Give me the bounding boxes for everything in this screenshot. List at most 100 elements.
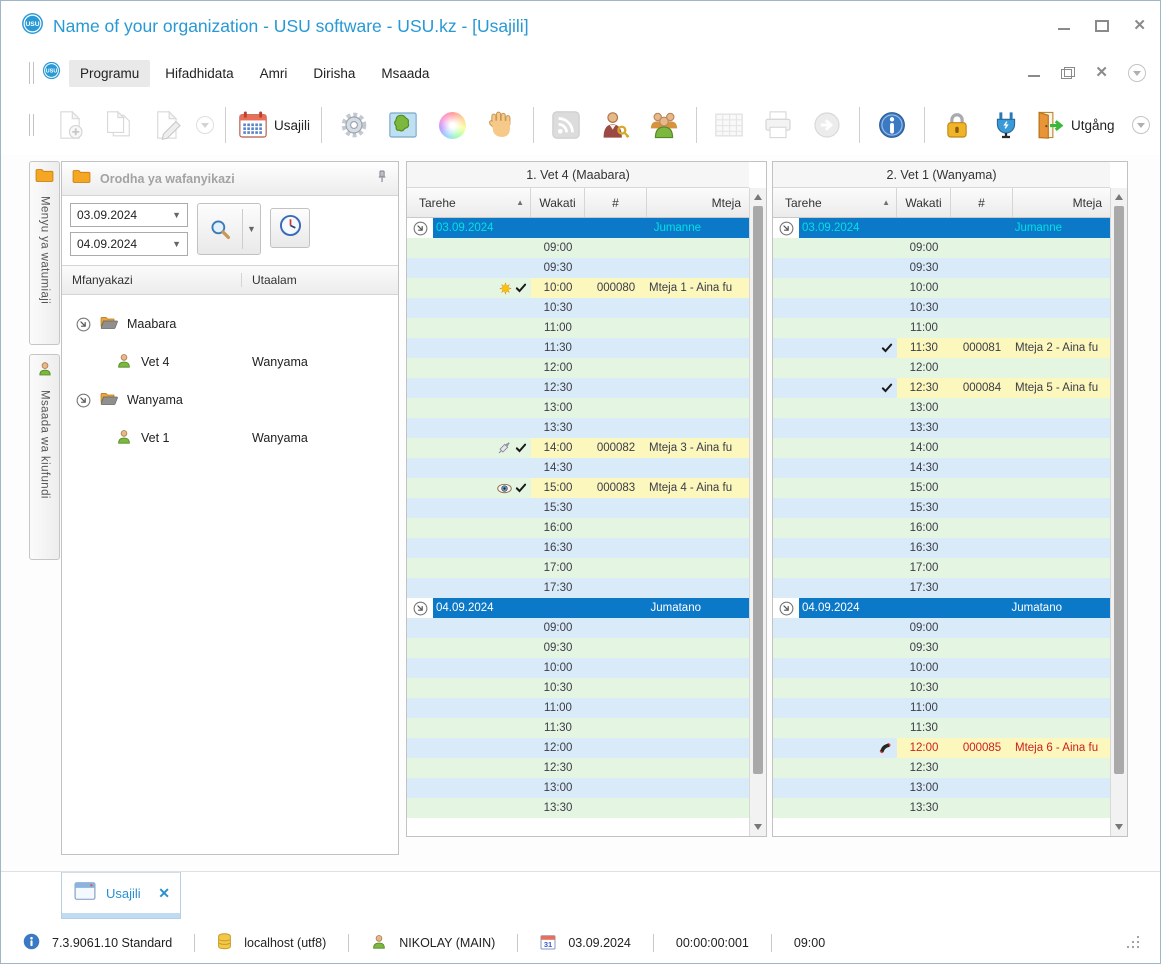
slot-row[interactable]: 13:00: [407, 398, 749, 418]
slot-row[interactable]: 11:00: [773, 698, 1110, 718]
tab-close-icon[interactable]: ✕: [158, 885, 170, 902]
slot-row[interactable]: 12:00 000085 Mteja 6 - Aina fu: [773, 738, 1110, 758]
expand-icon[interactable]: [76, 393, 91, 408]
menu-msaada[interactable]: Msaada: [370, 60, 440, 87]
tab-usajili-document[interactable]: Usajili ✕: [61, 872, 181, 919]
slot-row[interactable]: 17:00: [407, 558, 749, 578]
date-from-input[interactable]: 03.09.2024 ▼: [70, 203, 188, 227]
date-row[interactable]: 04.09.2024 Jumatano: [773, 598, 1110, 618]
appointment[interactable]: 15:00 000083 Mteja 4 - Aina fu: [531, 478, 749, 498]
slot-row[interactable]: 09:30: [407, 638, 749, 658]
toolbar-drag-handle[interactable]: [29, 62, 34, 84]
menu-amri[interactable]: Amri: [249, 60, 299, 87]
new-record-button[interactable]: [49, 102, 91, 148]
slot-row[interactable]: 11:30: [773, 718, 1110, 738]
slot-row[interactable]: 10:30: [407, 298, 749, 318]
records-dropdown-icon[interactable]: [196, 116, 214, 134]
exit-button[interactable]: Utgång: [1034, 102, 1115, 148]
slot-row[interactable]: 16:30: [407, 538, 749, 558]
scroll-up-icon[interactable]: [754, 194, 762, 200]
resize-grip[interactable]: [1126, 935, 1140, 952]
column-header-utaalam[interactable]: Utaalam: [242, 273, 297, 287]
slot-row[interactable]: 09:00: [773, 618, 1110, 638]
column-header-wakati[interactable]: Wakati: [531, 188, 585, 217]
menu-overflow-icon[interactable]: [1128, 64, 1146, 82]
slot-row[interactable]: 09:00: [407, 238, 749, 258]
slot-row[interactable]: 12:30: [407, 758, 749, 778]
slot-row[interactable]: 10:00: [407, 658, 749, 678]
child-close-button[interactable]: ✕: [1095, 65, 1108, 80]
slot-row[interactable]: 09:00: [407, 618, 749, 638]
slot-row[interactable]: 12:30 000084 Mteja 5 - Aina fu: [773, 378, 1110, 398]
slot-row[interactable]: 13:30: [773, 798, 1110, 818]
date-to-input[interactable]: 04.09.2024 ▼: [70, 232, 188, 256]
toolbar-drag-handle[interactable]: [29, 114, 34, 136]
appointment[interactable]: 12:30 000084 Mteja 5 - Aina fu: [897, 378, 1110, 398]
slot-row[interactable]: 15:00 000083 Mteja 4 - Aina fu: [407, 478, 749, 498]
slot-row[interactable]: 15:00: [773, 478, 1110, 498]
slot-row[interactable]: 11:00: [407, 318, 749, 338]
menu-dirisha[interactable]: Dirisha: [302, 60, 366, 87]
slot-row[interactable]: 10:30: [773, 678, 1110, 698]
users-group-button[interactable]: [643, 102, 685, 148]
slot-row[interactable]: 11:30: [407, 718, 749, 738]
settings-button[interactable]: [333, 102, 375, 148]
clock-button[interactable]: [270, 208, 310, 248]
feed-button[interactable]: [545, 102, 587, 148]
menu-hifadhidata[interactable]: Hifadhidata: [154, 60, 244, 87]
slot-row[interactable]: 12:00: [773, 358, 1110, 378]
slot-row[interactable]: 11:00: [773, 318, 1110, 338]
edit-record-button[interactable]: [147, 102, 189, 148]
slot-row[interactable]: 15:30: [773, 498, 1110, 518]
appointment[interactable]: 10:00 000080 Mteja 1 - Aina fu: [531, 278, 749, 298]
column-header-tarehe[interactable]: Tarehe ▲: [773, 188, 897, 217]
slot-row[interactable]: 10:30: [773, 298, 1110, 318]
column-header-mfanyakazi[interactable]: Mfanyakazi: [62, 273, 242, 287]
hand-button[interactable]: [480, 102, 522, 148]
slot-row[interactable]: 13:00: [773, 778, 1110, 798]
appointment[interactable]: 11:30 000081 Mteja 2 - Aina fu: [897, 338, 1110, 358]
close-button[interactable]: ✕: [1133, 18, 1146, 33]
slot-row[interactable]: 15:30: [407, 498, 749, 518]
expand-icon[interactable]: [779, 601, 794, 616]
slot-row[interactable]: 09:30: [773, 258, 1110, 278]
column-header-number[interactable]: #: [951, 188, 1013, 217]
column-header-tarehe[interactable]: Tarehe ▲: [407, 188, 531, 217]
tree-group-row[interactable]: Wanyama: [62, 381, 398, 419]
column-header-wakati[interactable]: Wakati: [897, 188, 951, 217]
scrollbar[interactable]: [749, 188, 766, 836]
slot-row[interactable]: 10:00 000080 Mteja 1 - Aina fu: [407, 278, 749, 298]
menu-programu[interactable]: Programu: [69, 59, 151, 87]
tree-member-row[interactable]: Vet 4 Wanyama: [62, 343, 398, 381]
print-button[interactable]: [757, 102, 799, 148]
lock-button[interactable]: [936, 102, 978, 148]
toolbar-overflow-icon[interactable]: [1132, 116, 1150, 134]
info-button[interactable]: [871, 102, 913, 148]
column-header-mteja[interactable]: Mteja: [647, 188, 749, 217]
scroll-down-icon[interactable]: [754, 824, 762, 830]
minimize-button[interactable]: [1057, 20, 1071, 32]
slot-row[interactable]: 16:00: [407, 518, 749, 538]
expand-icon[interactable]: [413, 221, 428, 236]
slot-row[interactable]: 14:00: [773, 438, 1110, 458]
maximize-button[interactable]: [1095, 20, 1110, 32]
tab-tech-support[interactable]: Msaada wa kiufundi: [29, 354, 60, 560]
date-row[interactable]: 03.09.2024 Jumanne: [407, 218, 749, 238]
expand-icon[interactable]: [779, 221, 794, 236]
date-row[interactable]: 03.09.2024 Jumanne: [773, 218, 1110, 238]
child-minimize-button[interactable]: [1027, 67, 1041, 79]
slot-row[interactable]: 11:30: [407, 338, 749, 358]
scrollbar-thumb[interactable]: [1114, 206, 1124, 774]
tree-group-row[interactable]: Maabara: [62, 305, 398, 343]
slot-row[interactable]: 12:00: [407, 738, 749, 758]
slot-row[interactable]: 16:30: [773, 538, 1110, 558]
column-header-number[interactable]: #: [585, 188, 647, 217]
appointment[interactable]: 12:00 000085 Mteja 6 - Aina fu: [897, 738, 1110, 758]
slot-row[interactable]: 14:30: [773, 458, 1110, 478]
slot-row[interactable]: 12:30: [773, 758, 1110, 778]
slot-row[interactable]: 13:30: [773, 418, 1110, 438]
slot-row[interactable]: 14:30: [407, 458, 749, 478]
child-restore-button[interactable]: [1061, 67, 1076, 79]
appointment[interactable]: 14:00 000082 Mteja 3 - Aina fu: [531, 438, 749, 458]
date-row[interactable]: 04.09.2024 Jumatano: [407, 598, 749, 618]
